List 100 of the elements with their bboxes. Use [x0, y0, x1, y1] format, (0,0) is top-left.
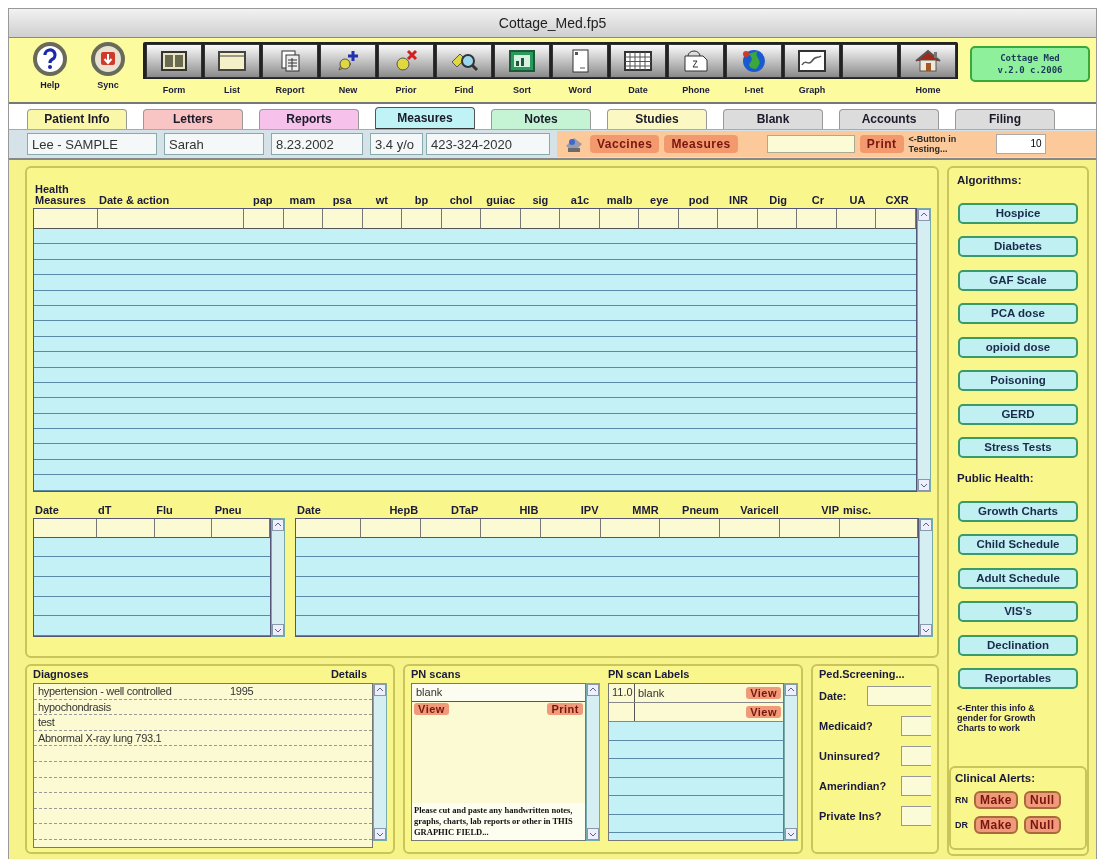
entry-field[interactable] [98, 209, 244, 229]
input-field[interactable] [901, 746, 931, 766]
input-field[interactable] [901, 776, 931, 796]
entry-field[interactable] [840, 518, 918, 538]
patient-field[interactable]: 8.23.2002 [271, 133, 363, 155]
entry-field[interactable] [296, 518, 361, 538]
scroll-down-icon[interactable] [272, 623, 284, 636]
patient-field[interactable]: Lee - SAMPLE [27, 133, 157, 155]
scroll-up-icon[interactable] [272, 518, 284, 531]
sidebar-button[interactable]: Declination [958, 634, 1078, 656]
entry-field[interactable] [361, 518, 421, 538]
entry-field[interactable] [402, 209, 442, 229]
entry-field[interactable] [876, 209, 916, 229]
tab[interactable]: Studies [607, 109, 707, 129]
entry-field[interactable] [678, 209, 719, 229]
sidebar-button[interactable]: Growth Charts [958, 500, 1078, 522]
tab[interactable]: Filing [955, 109, 1055, 129]
sync-button[interactable]: Sync [79, 42, 137, 90]
scroll-up-icon[interactable] [374, 684, 386, 696]
sidebar-button[interactable]: opioid dose [958, 336, 1078, 358]
tab[interactable]: Letters [143, 109, 243, 129]
blank-field[interactable] [766, 135, 855, 153]
entry-field[interactable] [520, 209, 561, 229]
view-button[interactable]: View [414, 703, 449, 715]
print-button[interactable]: Print [859, 135, 904, 153]
patient-field[interactable]: 3.4 y/o [370, 133, 423, 155]
entry-field[interactable] [244, 209, 284, 229]
view-button[interactable]: View [746, 687, 781, 699]
scrollbar[interactable] [271, 517, 285, 637]
entry-field[interactable] [481, 209, 521, 229]
sidebar-button[interactable]: Diabetes [958, 236, 1078, 257]
sidebar-button[interactable]: Poisoning [958, 370, 1078, 391]
alert-button[interactable]: Make [974, 791, 1019, 809]
scrollbar[interactable] [917, 208, 931, 492]
entry-field[interactable] [420, 518, 481, 538]
tab[interactable]: Blank [723, 109, 823, 129]
entry-field[interactable] [154, 518, 213, 538]
view-button[interactable]: View [746, 706, 781, 718]
scan-field[interactable]: blank [412, 684, 585, 702]
counter-field[interactable]: 10 [995, 134, 1046, 154]
entry-field[interactable] [480, 518, 541, 538]
sidebar-button[interactable]: Stress Tests [958, 437, 1078, 458]
entry-field[interactable] [34, 209, 98, 229]
alert-button[interactable]: Null [1024, 816, 1061, 834]
entry-field[interactable] [600, 518, 661, 538]
scrollbar[interactable] [373, 683, 387, 841]
scroll-up-icon[interactable] [785, 684, 797, 696]
entry-field[interactable] [599, 209, 640, 229]
help-button[interactable]: Help [21, 42, 79, 90]
scroll-up-icon[interactable] [587, 684, 599, 696]
entry-field[interactable] [836, 209, 877, 229]
patient-field[interactable]: Sarah [164, 133, 264, 155]
scroll-down-icon[interactable] [785, 828, 797, 840]
input-field[interactable] [867, 686, 931, 706]
entry-field[interactable] [34, 518, 97, 538]
print-button[interactable]: Print [547, 703, 583, 715]
diagnoses-list[interactable]: hypertension - well controlled 1995 hypochondrasis test Abnormal X-ray lung 793.1 [33, 683, 373, 848]
sidebar-button[interactable]: Adult Schedule [958, 567, 1078, 589]
scroll-up-icon[interactable] [920, 518, 932, 531]
action-button[interactable]: Vaccines [590, 135, 660, 153]
input-field[interactable] [901, 806, 931, 826]
scroll-down-icon[interactable] [920, 623, 932, 636]
entry-field[interactable] [97, 518, 155, 538]
sidebar-button[interactable]: VIS's [958, 601, 1078, 622]
scroll-down-icon[interactable] [587, 828, 599, 840]
entry-field[interactable] [720, 518, 781, 538]
scrollbar[interactable] [919, 517, 933, 637]
tab[interactable]: Patient Info [27, 109, 127, 129]
entry-field[interactable] [797, 209, 837, 229]
input-field[interactable] [901, 716, 931, 736]
sidebar-button[interactable]: Child Schedule [958, 534, 1078, 555]
patient-field[interactable]: 423-324-2020 [426, 133, 550, 155]
entry-field[interactable] [660, 518, 721, 538]
entry-field[interactable] [718, 209, 758, 229]
entry-field[interactable] [441, 209, 482, 229]
sidebar-button[interactable]: PCA dose [958, 303, 1078, 324]
entry-field[interactable] [362, 209, 403, 229]
scrollbar[interactable] [784, 683, 798, 841]
sidebar-button[interactable]: GAF Scale [958, 269, 1078, 291]
sidebar-button[interactable]: Hospice [958, 202, 1078, 224]
entry-field[interactable] [283, 209, 324, 229]
tab[interactable]: Reports [259, 109, 359, 129]
scrollbar[interactable] [586, 683, 600, 841]
entry-field[interactable] [212, 518, 270, 538]
entry-field[interactable] [757, 209, 798, 229]
entry-field[interactable] [560, 209, 600, 229]
entry-field[interactable] [780, 518, 840, 538]
action-button[interactable]: Measures [664, 135, 738, 153]
tab[interactable]: Notes [491, 109, 591, 129]
scroll-up-icon[interactable] [918, 209, 930, 221]
alert-button[interactable]: Null [1024, 791, 1061, 809]
tab[interactable]: Accounts [839, 109, 939, 129]
entry-field[interactable] [540, 518, 601, 538]
alert-button[interactable]: Make [974, 816, 1019, 834]
entry-field[interactable] [323, 209, 363, 229]
sidebar-button[interactable]: Reportables [958, 668, 1078, 689]
sidebar-button[interactable]: GERD [958, 403, 1078, 425]
entry-field[interactable] [639, 209, 679, 229]
scroll-down-icon[interactable] [374, 828, 386, 840]
tab[interactable]: Measures [375, 107, 475, 129]
